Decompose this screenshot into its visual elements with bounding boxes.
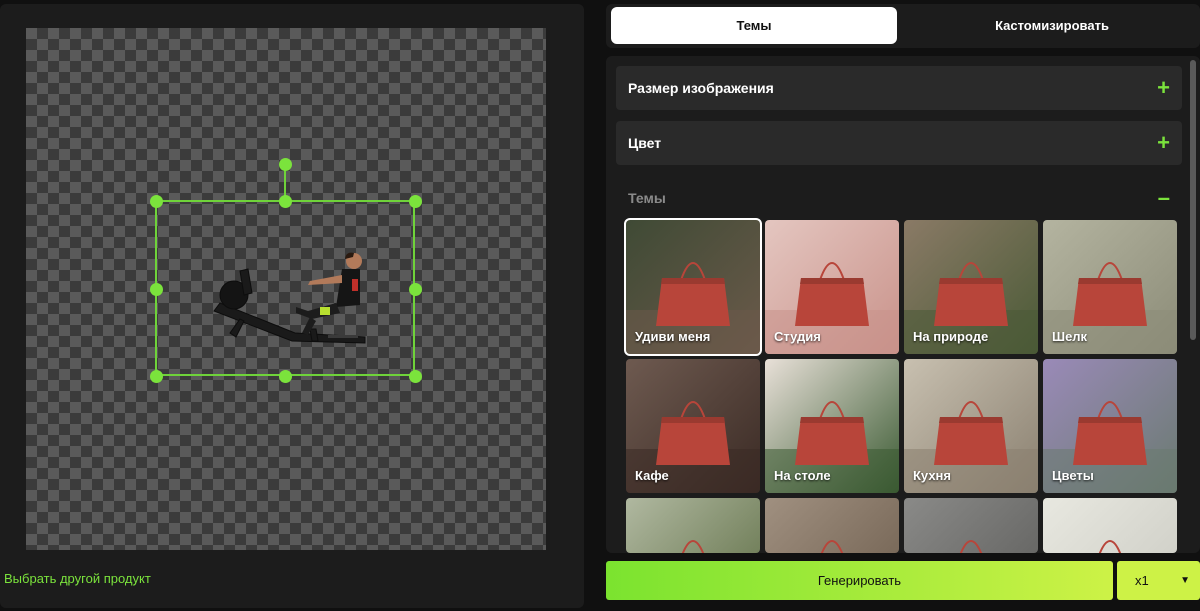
- theme-tile-label: Цветы: [1052, 468, 1094, 483]
- theme-tile-label: Кухня: [913, 468, 951, 483]
- theme-tile-label: Кафе: [635, 468, 669, 483]
- theme-preview-image: [626, 498, 760, 553]
- theme-tile[interactable]: [904, 498, 1038, 553]
- generate-button[interactable]: Генерировать: [606, 561, 1113, 600]
- theme-tile[interactable]: На столе: [765, 359, 899, 493]
- theme-tile[interactable]: [626, 498, 760, 553]
- accordion-color[interactable]: Цвет +: [616, 121, 1182, 165]
- choose-another-product-link[interactable]: Выбрать другой продукт: [4, 571, 151, 586]
- theme-tile-label: Студия: [774, 329, 821, 344]
- resize-handle-bottom-left[interactable]: [149, 369, 163, 383]
- rotate-handle[interactable]: [278, 157, 292, 171]
- theme-tile[interactable]: Студия: [765, 220, 899, 354]
- options-panel[interactable]: Размер изображения + Цвет + Темы – Удиви…: [606, 56, 1200, 553]
- theme-tile[interactable]: [1043, 498, 1177, 553]
- accordion-image-size[interactable]: Размер изображения +: [616, 66, 1182, 110]
- theme-tile[interactable]: Шелк: [1043, 220, 1177, 354]
- theme-tile[interactable]: Удиви меня: [624, 218, 762, 356]
- resize-handle-bottom-right[interactable]: [408, 369, 422, 383]
- theme-preview-image: [1043, 498, 1177, 553]
- image-count-select[interactable]: x1 ▼: [1117, 561, 1200, 600]
- image-count-value: x1: [1135, 573, 1149, 588]
- chevron-down-icon: ▼: [1180, 575, 1190, 586]
- app-root: Выбрать другой продукт Темы Кастомизиров…: [0, 0, 1200, 611]
- options-scrollbar[interactable]: [1190, 60, 1196, 340]
- accordion-image-size-title: Размер изображения: [628, 80, 774, 96]
- theme-tile-label: Удиви меня: [635, 329, 711, 344]
- theme-preview-image: [904, 498, 1038, 553]
- resize-handle-top-right[interactable]: [408, 194, 422, 208]
- theme-preview-image: [765, 498, 899, 553]
- resize-handle-top-left[interactable]: [149, 194, 163, 208]
- theme-grid: Удиви меня Студия На природе Шелк Кафе На сто…: [624, 218, 1182, 553]
- theme-tile[interactable]: Кафе: [626, 359, 760, 493]
- accordion-themes[interactable]: Темы –: [616, 178, 1182, 218]
- theme-tile[interactable]: [765, 498, 899, 553]
- tab-themes[interactable]: Темы: [611, 7, 897, 44]
- expand-plus-icon[interactable]: +: [1157, 132, 1170, 154]
- accordion-color-title: Цвет: [628, 135, 662, 151]
- resize-handle-right[interactable]: [408, 282, 422, 296]
- theme-tile[interactable]: На природе: [904, 220, 1038, 354]
- theme-tile-label: На природе: [913, 329, 989, 344]
- mode-tabs: Темы Кастомизировать: [606, 4, 1200, 48]
- expand-plus-icon[interactable]: +: [1157, 77, 1170, 99]
- resize-handle-left[interactable]: [149, 282, 163, 296]
- accordion-themes-title: Темы: [628, 190, 666, 206]
- theme-tile-label: На столе: [774, 468, 831, 483]
- theme-tile-label: Шелк: [1052, 329, 1088, 344]
- tab-customize[interactable]: Кастомизировать: [909, 7, 1195, 44]
- resize-handle-top[interactable]: [278, 194, 292, 208]
- theme-tile[interactable]: Кухня: [904, 359, 1038, 493]
- editor-panel: Выбрать другой продукт: [0, 4, 584, 608]
- product-image[interactable]: [200, 233, 370, 353]
- collapse-minus-icon[interactable]: –: [1158, 187, 1170, 209]
- theme-tile[interactable]: Цветы: [1043, 359, 1177, 493]
- transparent-canvas[interactable]: [26, 28, 546, 550]
- resize-handle-bottom[interactable]: [278, 369, 292, 383]
